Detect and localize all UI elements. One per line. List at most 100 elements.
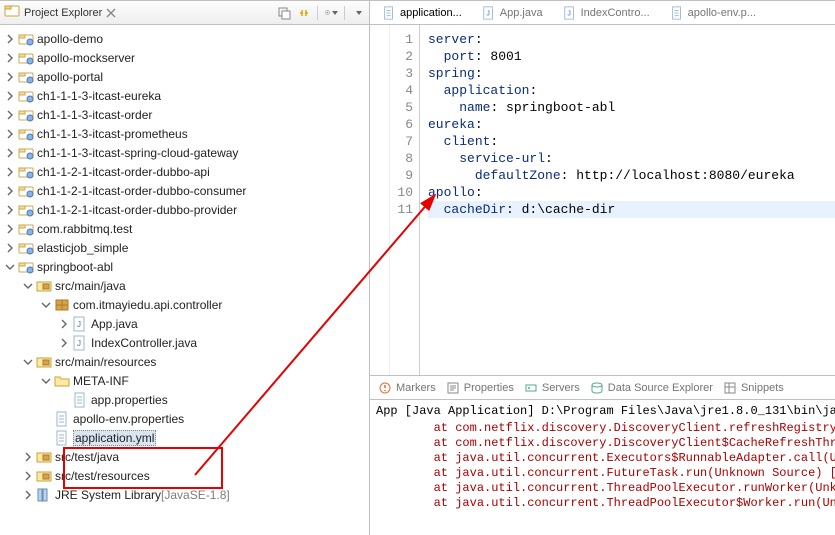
code-line[interactable]: service-url: bbox=[428, 150, 835, 167]
java-file[interactable]: J App.java bbox=[0, 314, 369, 333]
bottom-tab[interactable]: Properties bbox=[446, 381, 514, 395]
project-item[interactable]: ch1-1-1-3-itcast-eureka bbox=[0, 86, 369, 105]
console-line: at java.util.concurrent.FutureTask.run(U… bbox=[376, 466, 829, 481]
editor-tab-label: apollo-env.p... bbox=[688, 7, 756, 19]
expand-icon[interactable] bbox=[58, 318, 70, 330]
expand-icon[interactable] bbox=[4, 147, 16, 159]
tree-item-icon bbox=[18, 221, 34, 237]
file-icon bbox=[670, 6, 684, 20]
expand-icon[interactable] bbox=[58, 337, 70, 349]
tree-item-icon bbox=[54, 430, 70, 446]
project-tree[interactable]: apollo-demoapollo-mockserver apollo-porta… bbox=[0, 25, 369, 535]
bottom-tab[interactable]: Data Source Explorer bbox=[590, 381, 713, 395]
expand-icon[interactable] bbox=[4, 90, 16, 102]
expand-icon[interactable] bbox=[4, 204, 16, 216]
editor-tab[interactable]: JApp.java bbox=[478, 4, 547, 22]
code-editor[interactable]: 1234567891011 server: port: 8001spring: … bbox=[370, 25, 835, 376]
expand-icon[interactable] bbox=[4, 128, 16, 140]
bottom-tab-icon bbox=[590, 381, 604, 395]
expand-icon[interactable] bbox=[22, 451, 34, 463]
library-item[interactable]: JRE System Library [JavaSE-1.8] bbox=[0, 485, 369, 504]
expand-icon[interactable] bbox=[4, 71, 16, 83]
code-line[interactable]: apollo: bbox=[428, 184, 835, 201]
code-line[interactable]: name: springboot-abl bbox=[428, 99, 835, 116]
code-line[interactable]: cacheDir: d:\cache-dir bbox=[428, 201, 835, 218]
bottom-tab[interactable]: Servers bbox=[524, 381, 580, 395]
project-item[interactable]: ch1-1-2-1-itcast-order-dubbo-api bbox=[0, 162, 369, 181]
editor-tab-label: application... bbox=[400, 7, 462, 19]
tree-item-label: elasticjob_simple bbox=[37, 241, 128, 255]
expand-icon[interactable] bbox=[4, 33, 16, 45]
source-folder[interactable]: src/test/resources bbox=[0, 466, 369, 485]
tree-item-label: ch1-1-1-3-itcast-prometheus bbox=[37, 127, 188, 141]
package-item[interactable]: com.itmayiedu.api.controller bbox=[0, 295, 369, 314]
expand-icon[interactable] bbox=[4, 109, 16, 121]
tree-item-icon bbox=[36, 487, 52, 503]
expand-icon[interactable] bbox=[4, 242, 16, 254]
expand-icon[interactable] bbox=[4, 223, 16, 235]
tree-item-label: App.java bbox=[91, 317, 138, 331]
navigator-icon bbox=[4, 3, 20, 22]
tree-item-label: IndexController.java bbox=[91, 336, 197, 350]
java-file[interactable]: JIndexController.java bbox=[0, 333, 369, 352]
project-item[interactable]: ch1-1-2-1-itcast-order-dubbo-provider bbox=[0, 200, 369, 219]
bottom-tab-label: Data Source Explorer bbox=[608, 382, 713, 394]
project-item[interactable]: apollo-mockserver bbox=[0, 48, 369, 67]
tree-item-label: JRE System Library bbox=[55, 488, 161, 502]
file-item[interactable]: apollo-env.properties bbox=[0, 409, 369, 428]
editor-tab[interactable]: JIndexContro... bbox=[559, 4, 654, 22]
editor-ruler bbox=[370, 25, 390, 375]
collapse-all-icon[interactable] bbox=[277, 6, 291, 20]
collapse-icon[interactable] bbox=[40, 375, 52, 387]
source-folder[interactable]: src/main/resources bbox=[0, 352, 369, 371]
project-item[interactable]: com.rabbitmq.test bbox=[0, 219, 369, 238]
collapse-icon[interactable] bbox=[22, 280, 34, 292]
code-line[interactable]: application: bbox=[428, 82, 835, 99]
code-line[interactable]: eureka: bbox=[428, 116, 835, 133]
code-line[interactable]: client: bbox=[428, 133, 835, 150]
project-item[interactable]: ch1-1-1-3-itcast-order bbox=[0, 105, 369, 124]
expand-icon[interactable] bbox=[4, 52, 16, 64]
bottom-tab[interactable]: Snippets bbox=[723, 381, 784, 395]
bottom-tab-label: Properties bbox=[464, 382, 514, 394]
project-item[interactable]: elasticjob_simple bbox=[0, 238, 369, 257]
focus-icon[interactable] bbox=[324, 6, 338, 20]
tree-item-icon bbox=[18, 183, 34, 199]
expand-icon[interactable] bbox=[22, 489, 34, 501]
file-item-selected[interactable]: application.yml bbox=[0, 428, 369, 447]
project-item[interactable]: ch1-1-2-1-itcast-order-dubbo-consumer bbox=[0, 181, 369, 200]
code-line[interactable]: spring: bbox=[428, 65, 835, 82]
editor-tab[interactable]: application... bbox=[378, 4, 466, 22]
link-editor-icon[interactable] bbox=[297, 6, 311, 20]
code-line[interactable]: server: bbox=[428, 31, 835, 48]
editor-tab[interactable]: apollo-env.p... bbox=[666, 4, 760, 22]
properties-file[interactable]: app.properties bbox=[0, 390, 369, 409]
collapse-icon[interactable] bbox=[22, 356, 34, 368]
tree-item-icon bbox=[54, 373, 70, 389]
code-line[interactable]: defaultZone: http://localhost:8080/eurek… bbox=[428, 167, 835, 184]
bottom-tab-icon bbox=[446, 381, 460, 395]
collapse-icon[interactable] bbox=[4, 261, 16, 273]
bottom-tab[interactable]: Markers bbox=[378, 381, 436, 395]
code-line[interactable]: port: 8001 bbox=[428, 48, 835, 65]
svg-text:J: J bbox=[77, 320, 81, 329]
project-item[interactable]: apollo-portal bbox=[0, 67, 369, 86]
project-item-open[interactable]: springboot-abl bbox=[0, 257, 369, 276]
expand-icon[interactable] bbox=[4, 185, 16, 197]
editor-content[interactable]: server: port: 8001spring: application: n… bbox=[420, 25, 835, 375]
source-folder[interactable]: src/test/java bbox=[0, 447, 369, 466]
expand-icon[interactable] bbox=[4, 166, 16, 178]
project-item[interactable]: ch1-1-1-3-itcast-prometheus bbox=[0, 124, 369, 143]
project-item[interactable]: apollo-demo bbox=[0, 29, 369, 48]
console-view[interactable]: App [Java Application] D:\Program Files\… bbox=[370, 400, 835, 535]
tree-item-label: apollo-portal bbox=[37, 70, 103, 84]
folder-item[interactable]: META-INF bbox=[0, 371, 369, 390]
expand-icon[interactable] bbox=[22, 470, 34, 482]
project-item[interactable]: ch1-1-1-3-itcast-spring-cloud-gateway bbox=[0, 143, 369, 162]
tree-item-label: ch1-1-2-1-itcast-order-dubbo-api bbox=[37, 165, 210, 179]
close-icon[interactable] bbox=[106, 8, 116, 18]
view-menu-icon[interactable] bbox=[351, 6, 365, 20]
source-folder[interactable]: src/main/java bbox=[0, 276, 369, 295]
collapse-icon[interactable] bbox=[40, 299, 52, 311]
bottom-tab-icon bbox=[378, 381, 392, 395]
